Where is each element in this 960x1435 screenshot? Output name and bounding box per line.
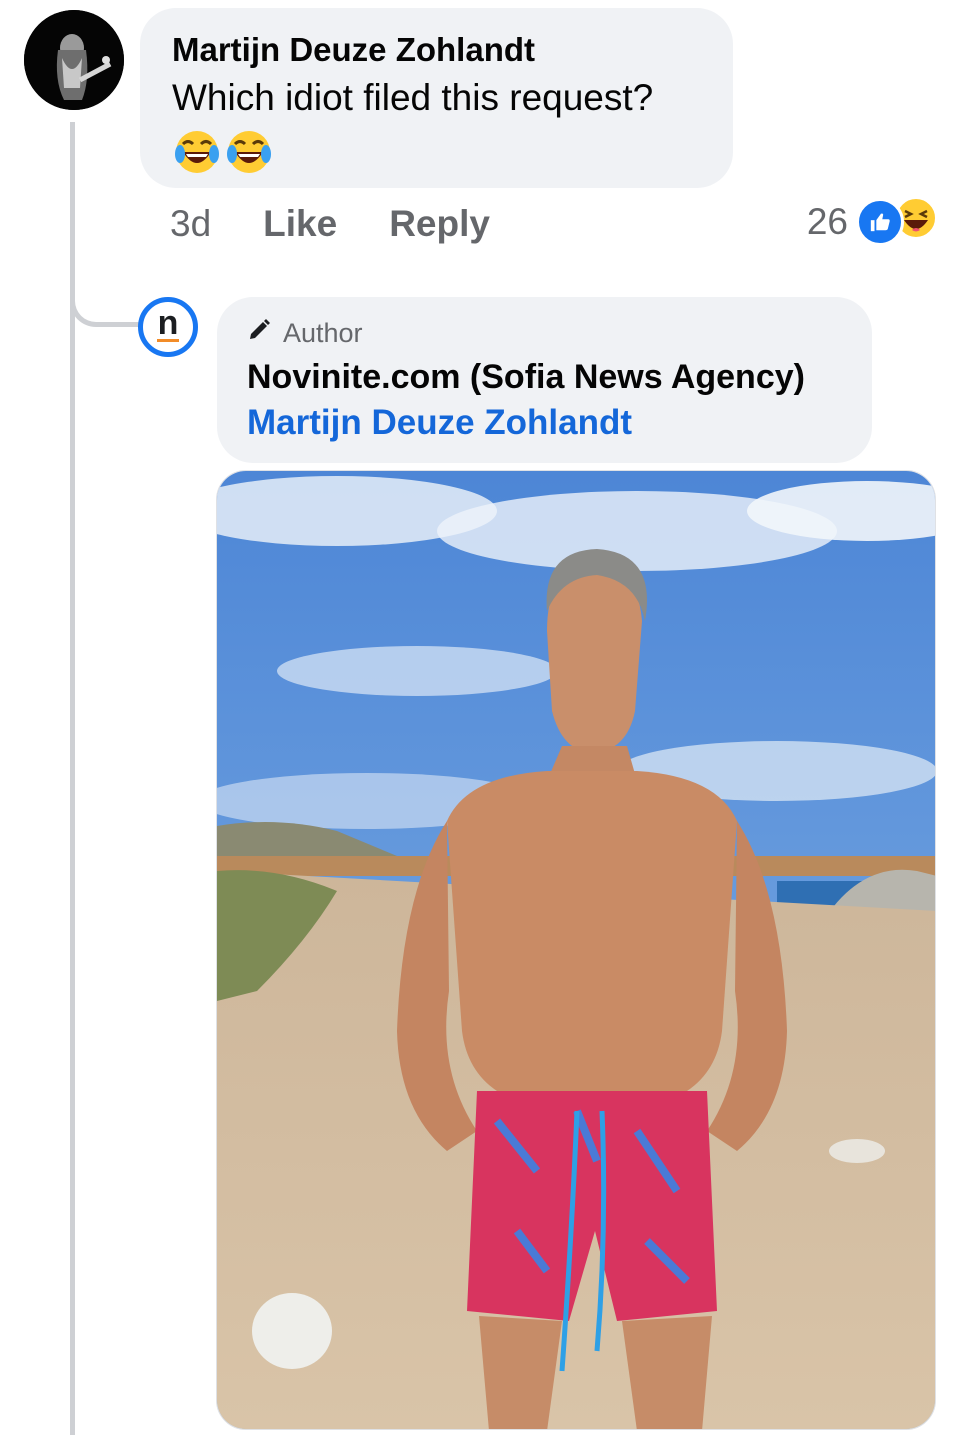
author-badge: Author xyxy=(247,315,842,351)
thread-line xyxy=(70,122,75,1435)
reply-bubble: Author Novinite.com (Sofia News Agency) … xyxy=(217,297,872,463)
thread-branch xyxy=(70,265,145,327)
like-button[interactable]: Like xyxy=(263,203,337,245)
laughing-tears-icon xyxy=(172,128,222,181)
mention-link[interactable]: Martijn Deuze Zohlandt xyxy=(247,399,842,447)
reply-photo[interactable] xyxy=(216,470,936,1430)
page-avatar-accent xyxy=(157,339,179,342)
laughing-tears-icon xyxy=(224,128,274,181)
page-avatar[interactable]: n xyxy=(138,297,198,357)
comment-actions: 3d Like Reply xyxy=(170,200,542,248)
reply-author-name[interactable]: Novinite.com (Sofia News Agency) xyxy=(247,355,842,399)
comment-bubble: Martijn Deuze Zohlandt Which idiot filed… xyxy=(140,8,733,188)
like-reaction-icon xyxy=(856,198,904,246)
reaction-count: 26 xyxy=(806,201,848,242)
comment-author-name[interactable]: Martijn Deuze Zohlandt xyxy=(172,30,701,70)
comment-text: Which idiot filed this request? xyxy=(172,77,654,118)
page-avatar-letter: n xyxy=(157,304,179,342)
author-badge-label: Author xyxy=(283,317,363,348)
commenter-avatar[interactable] xyxy=(24,10,124,110)
reply-button[interactable]: Reply xyxy=(389,203,490,245)
pencil-icon xyxy=(247,318,283,349)
comment-timestamp[interactable]: 3d xyxy=(170,203,211,245)
reaction-summary[interactable]: 26 xyxy=(807,196,938,248)
comment-emojis xyxy=(172,128,701,181)
